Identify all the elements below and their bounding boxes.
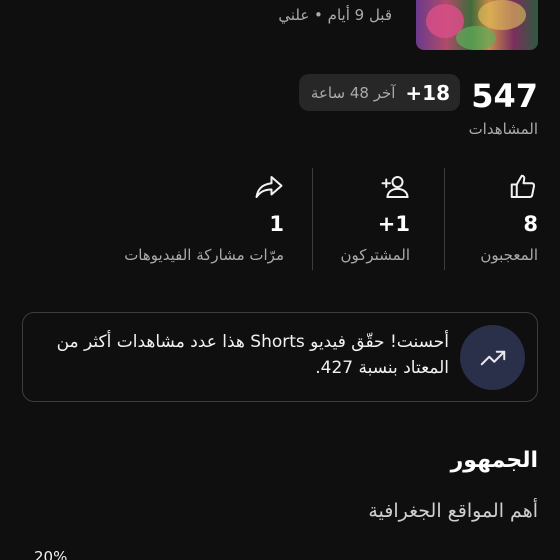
insight-badge — [460, 325, 525, 390]
stat-subscribers-label: المشتركون — [340, 246, 411, 264]
geography-row-percent: 20% — [34, 548, 68, 560]
add-subscriber-icon — [381, 176, 409, 198]
thumbnail-shape — [478, 0, 526, 30]
stat-shares-value: 1 — [269, 212, 284, 236]
stat-shares[interactable]: 1 مرّات مشاركة الفيديوهات — [124, 168, 312, 270]
stat-likes[interactable]: 8 المعجبون — [445, 168, 560, 270]
recent-views-delta: +18 — [405, 80, 450, 105]
video-meta: قبل 9 أيام • علني — [278, 6, 392, 24]
views-count: 547 — [471, 77, 538, 115]
trending-up-icon — [480, 350, 505, 365]
recent-views-period: آخر 48 ساعة — [310, 83, 396, 102]
stat-subscribers[interactable]: +1 المشتركون — [312, 168, 445, 270]
share-icon — [255, 176, 283, 198]
thumbs-up-icon — [510, 174, 536, 198]
video-thumbnail[interactable] — [416, 0, 538, 50]
stat-likes-label: المعجبون — [480, 246, 538, 264]
stat-subscribers-value: +1 — [377, 212, 410, 236]
stat-shares-label: مرّات مشاركة الفيديوهات — [124, 246, 284, 264]
thumbnail-shape — [456, 26, 496, 50]
views-label: المشاهدات — [468, 120, 538, 138]
insight-message: أحسنت! حقّق فيديو Shorts هذا عدد مشاهدات… — [56, 332, 449, 378]
recent-views-chip: +18 آخر 48 ساعة — [298, 74, 460, 111]
top-geographies-title: أهم المواقع الجغرافية — [368, 500, 538, 522]
engagement-stats: 8 المعجبون +1 المشتركون 1 مرّات مشاركة ا… — [0, 168, 560, 270]
audience-title: الجمهور — [450, 448, 538, 473]
stat-likes-value: 8 — [523, 212, 538, 236]
insight-card[interactable]: أحسنت! حقّق فيديو Shorts هذا عدد مشاهدات… — [22, 312, 538, 402]
views-block: 547 المشاهدات — [469, 74, 538, 138]
video-analytics-page: قبل 9 أيام • علني 547 المشاهدات +18 آخر … — [0, 0, 560, 560]
geography-row-label-cut — [498, 548, 538, 560]
